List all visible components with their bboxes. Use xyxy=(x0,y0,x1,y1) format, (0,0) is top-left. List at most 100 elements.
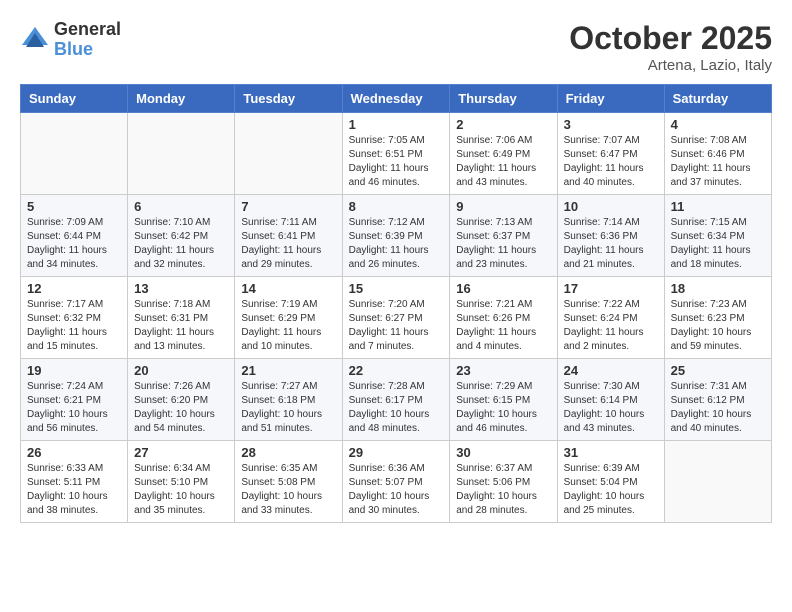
day-info: Sunrise: 6:33 AM Sunset: 5:11 PM Dayligh… xyxy=(27,462,121,518)
calendar-cell: 14 Sunrise: 7:19 AM Sunset: 6:29 PM Dayli… xyxy=(235,277,342,359)
day-number: 14 xyxy=(241,281,335,296)
weekday-header-monday: Monday xyxy=(128,85,235,113)
day-number: 30 xyxy=(456,445,550,460)
calendar-cell: 9 Sunrise: 7:13 AM Sunset: 6:37 PM Daylig… xyxy=(450,195,557,277)
day-info: Sunrise: 7:13 AM Sunset: 6:37 PM Dayligh… xyxy=(456,216,550,272)
day-number: 3 xyxy=(564,117,658,132)
day-info: Sunrise: 7:07 AM Sunset: 6:47 PM Dayligh… xyxy=(564,134,658,190)
calendar-cell: 8Sunrise: 7:12 AM Sunset: 6:39 PM Daylig… xyxy=(342,195,450,277)
calendar-cell: 22Sunrise: 7:28 AM Sunset: 6:17 PM Dayli… xyxy=(342,359,450,441)
weekday-header-wednesday: Wednesday xyxy=(342,85,450,113)
day-number: 31 xyxy=(564,445,658,460)
page-header: General Blue October 2025 Artena, Lazio,… xyxy=(20,20,772,74)
day-info: Sunrise: 7:26 AM Sunset: 6:20 PM Dayligh… xyxy=(134,380,228,436)
weekday-header-sunday: Sunday xyxy=(21,85,128,113)
calendar-cell: 26 Sunrise: 6:33 AM Sunset: 5:11 PM Dayli… xyxy=(21,441,128,523)
calendar-cell xyxy=(235,113,342,195)
day-info: Sunrise: 7:30 AM Sunset: 6:14 PM Dayligh… xyxy=(564,380,658,436)
calendar-cell: 24 Sunrise: 7:30 AM Sunset: 6:14 PM Dayli… xyxy=(557,359,664,441)
day-info: Sunrise: 7:05 AM Sunset: 6:51 PM Dayligh… xyxy=(349,134,444,190)
day-info: Sunrise: 7:28 AM Sunset: 6:17 PM Dayligh… xyxy=(349,380,444,436)
day-info: Sunrise: 7:21 AM Sunset: 6:26 PM Dayligh… xyxy=(456,298,550,354)
day-number: 26 xyxy=(27,445,121,460)
day-number: 7 xyxy=(241,199,335,214)
calendar-cell: 12 Sunrise: 7:17 AM Sunset: 6:32 PM Dayli… xyxy=(21,277,128,359)
calendar-body: 1 Sunrise: 7:05 AM Sunset: 6:51 PM Daylig… xyxy=(21,113,772,523)
day-number: 19 xyxy=(27,363,121,378)
calendar-cell: 4 Sunrise: 7:08 AM Sunset: 6:46 PM Daylig… xyxy=(664,113,771,195)
calendar-cell: 6Sunrise: 7:10 AM Sunset: 6:42 PM Daylig… xyxy=(128,195,235,277)
calendar-cell xyxy=(128,113,235,195)
calendar-cell: 21 Sunrise: 7:27 AM Sunset: 6:18 PM Dayli… xyxy=(235,359,342,441)
day-info: Sunrise: 7:19 AM Sunset: 6:29 PM Dayligh… xyxy=(241,298,335,354)
title-block: October 2025 Artena, Lazio, Italy xyxy=(569,20,772,74)
calendar-cell: 29Sunrise: 6:36 AM Sunset: 5:07 PM Dayli… xyxy=(342,441,450,523)
day-info: Sunrise: 7:29 AM Sunset: 6:15 PM Dayligh… xyxy=(456,380,550,436)
calendar-cell: 31 Sunrise: 6:39 AM Sunset: 5:04 PM Dayli… xyxy=(557,441,664,523)
calendar-week-row: 12 Sunrise: 7:17 AM Sunset: 6:32 PM Dayli… xyxy=(21,277,772,359)
calendar-cell xyxy=(21,113,128,195)
calendar-cell: 20 Sunrise: 7:26 AM Sunset: 6:20 PM Dayli… xyxy=(128,359,235,441)
location: Artena, Lazio, Italy xyxy=(569,57,772,74)
day-number: 11 xyxy=(671,199,765,214)
day-info: Sunrise: 6:34 AM Sunset: 5:10 PM Dayligh… xyxy=(134,462,228,518)
day-info: Sunrise: 7:20 AM Sunset: 6:27 PM Dayligh… xyxy=(349,298,444,354)
calendar-week-row: 5 Sunrise: 7:09 AM Sunset: 6:44 PM Daylig… xyxy=(21,195,772,277)
day-info: Sunrise: 6:37 AM Sunset: 5:06 PM Dayligh… xyxy=(456,462,550,518)
weekday-header-friday: Friday xyxy=(557,85,664,113)
calendar-cell: 2Sunrise: 7:06 AM Sunset: 6:49 PM Daylig… xyxy=(450,113,557,195)
day-number: 23 xyxy=(456,363,550,378)
day-info: Sunrise: 7:09 AM Sunset: 6:44 PM Dayligh… xyxy=(27,216,121,272)
day-info: Sunrise: 7:27 AM Sunset: 6:18 PM Dayligh… xyxy=(241,380,335,436)
day-number: 12 xyxy=(27,281,121,296)
logo-icon xyxy=(20,25,50,55)
calendar-cell: 25 Sunrise: 7:31 AM Sunset: 6:12 PM Dayli… xyxy=(664,359,771,441)
day-number: 16 xyxy=(456,281,550,296)
day-info: Sunrise: 7:17 AM Sunset: 6:32 PM Dayligh… xyxy=(27,298,121,354)
day-info: Sunrise: 7:14 AM Sunset: 6:36 PM Dayligh… xyxy=(564,216,658,272)
calendar-week-row: 19Sunrise: 7:24 AM Sunset: 6:21 PM Dayli… xyxy=(21,359,772,441)
calendar-cell: 28Sunrise: 6:35 AM Sunset: 5:08 PM Dayli… xyxy=(235,441,342,523)
day-info: Sunrise: 6:36 AM Sunset: 5:07 PM Dayligh… xyxy=(349,462,444,518)
weekday-row: SundayMondayTuesdayWednesdayThursdayFrid… xyxy=(21,85,772,113)
calendar-week-row: 26 Sunrise: 6:33 AM Sunset: 5:11 PM Dayli… xyxy=(21,441,772,523)
day-info: Sunrise: 6:35 AM Sunset: 5:08 PM Dayligh… xyxy=(241,462,335,518)
month-title: October 2025 xyxy=(569,20,772,57)
day-info: Sunrise: 7:31 AM Sunset: 6:12 PM Dayligh… xyxy=(671,380,765,436)
day-info: Sunrise: 7:06 AM Sunset: 6:49 PM Dayligh… xyxy=(456,134,550,190)
weekday-header-saturday: Saturday xyxy=(664,85,771,113)
day-number: 13 xyxy=(134,281,228,296)
day-number: 21 xyxy=(241,363,335,378)
day-number: 15 xyxy=(349,281,444,296)
calendar-cell: 16 Sunrise: 7:21 AM Sunset: 6:26 PM Dayli… xyxy=(450,277,557,359)
calendar-cell: 27Sunrise: 6:34 AM Sunset: 5:10 PM Dayli… xyxy=(128,441,235,523)
logo-general: General xyxy=(54,20,121,40)
logo: General Blue xyxy=(20,20,121,60)
day-info: Sunrise: 7:08 AM Sunset: 6:46 PM Dayligh… xyxy=(671,134,765,190)
day-number: 8 xyxy=(349,199,444,214)
calendar-cell: 1 Sunrise: 7:05 AM Sunset: 6:51 PM Daylig… xyxy=(342,113,450,195)
day-info: Sunrise: 7:15 AM Sunset: 6:34 PM Dayligh… xyxy=(671,216,765,272)
day-number: 1 xyxy=(349,117,444,132)
calendar-cell: 7Sunrise: 7:11 AM Sunset: 6:41 PM Daylig… xyxy=(235,195,342,277)
day-number: 25 xyxy=(671,363,765,378)
day-number: 5 xyxy=(27,199,121,214)
calendar-cell: 23 Sunrise: 7:29 AM Sunset: 6:15 PM Dayli… xyxy=(450,359,557,441)
day-info: Sunrise: 6:39 AM Sunset: 5:04 PM Dayligh… xyxy=(564,462,658,518)
day-number: 17 xyxy=(564,281,658,296)
calendar-cell: 19Sunrise: 7:24 AM Sunset: 6:21 PM Dayli… xyxy=(21,359,128,441)
calendar-header: SundayMondayTuesdayWednesdayThursdayFrid… xyxy=(21,85,772,113)
day-number: 24 xyxy=(564,363,658,378)
calendar-cell: 10 Sunrise: 7:14 AM Sunset: 6:36 PM Dayli… xyxy=(557,195,664,277)
day-info: Sunrise: 7:22 AM Sunset: 6:24 PM Dayligh… xyxy=(564,298,658,354)
logo-blue: Blue xyxy=(54,40,121,60)
day-number: 20 xyxy=(134,363,228,378)
day-number: 10 xyxy=(564,199,658,214)
logo-text: General Blue xyxy=(54,20,121,60)
day-number: 9 xyxy=(456,199,550,214)
weekday-header-thursday: Thursday xyxy=(450,85,557,113)
calendar-cell: 5 Sunrise: 7:09 AM Sunset: 6:44 PM Daylig… xyxy=(21,195,128,277)
calendar-cell: 13Sunrise: 7:18 AM Sunset: 6:31 PM Dayli… xyxy=(128,277,235,359)
day-number: 4 xyxy=(671,117,765,132)
calendar-cell: 30 Sunrise: 6:37 AM Sunset: 5:06 PM Dayli… xyxy=(450,441,557,523)
